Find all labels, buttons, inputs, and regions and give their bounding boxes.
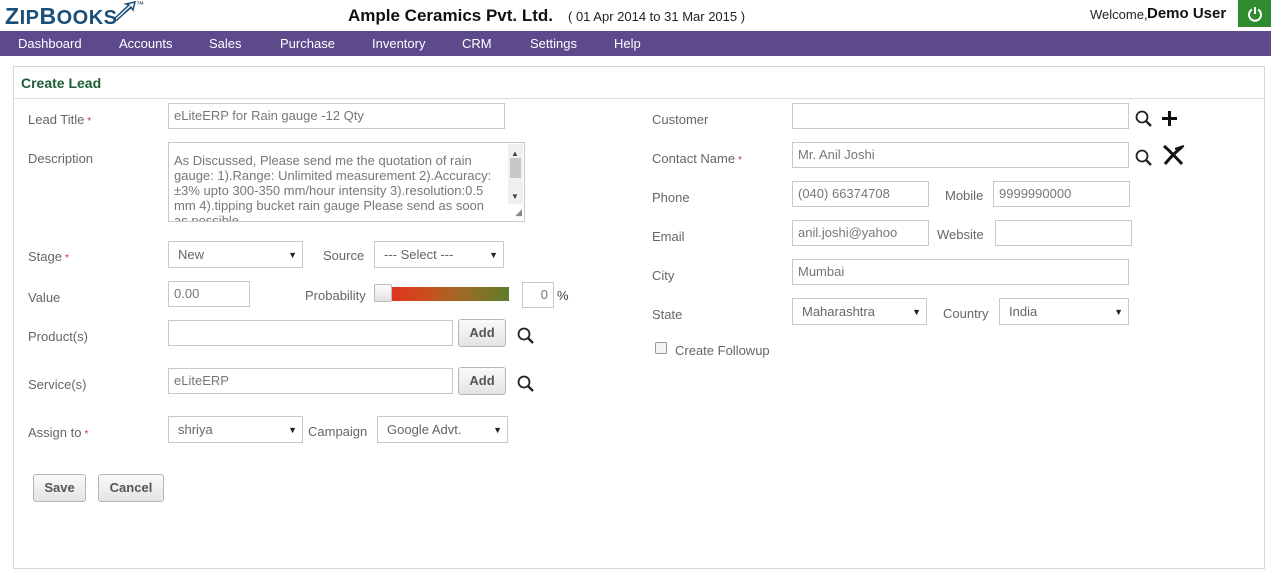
description-text: As Discussed, Please send me the quotati…	[174, 153, 492, 222]
add-service-button[interactable]: Add	[458, 367, 506, 395]
value-input[interactable]: 0.00	[168, 281, 250, 307]
assign-to-label: Assign to *	[28, 425, 89, 440]
clear-contact-icon[interactable]	[1161, 144, 1186, 166]
company-name: Ample Ceramics Pvt. Ltd.	[348, 6, 554, 25]
add-customer-icon[interactable]	[1161, 110, 1178, 127]
customer-input[interactable]	[792, 103, 1129, 129]
campaign-select-value: Google Advt.	[387, 422, 462, 437]
city-input[interactable]: Mumbai	[792, 259, 1129, 285]
phone-label: Phone	[652, 190, 690, 205]
state-label: State	[652, 307, 683, 322]
welcome-text: Welcome,	[1090, 7, 1148, 22]
website-input[interactable]	[995, 220, 1132, 246]
chevron-down-icon: ▼	[489, 250, 498, 260]
contact-name-input[interactable]: Mr. Anil Joshi	[792, 142, 1129, 168]
save-button[interactable]: Save	[33, 474, 86, 502]
probability-slider-track[interactable]	[374, 287, 509, 301]
mobile-label: Mobile	[945, 188, 984, 203]
scroll-thumb[interactable]	[510, 158, 521, 178]
contact-search-icon[interactable]	[1134, 148, 1154, 168]
state-select-value: Maharashtra	[802, 304, 875, 319]
panel-divider	[14, 98, 1264, 99]
zipbooks-logo[interactable]: ZIPBOOKS	[5, 3, 118, 30]
campaign-select[interactable]: Google Advt. ▼	[377, 416, 508, 443]
create-followup-label[interactable]: Create Followup	[675, 343, 770, 358]
page-title: Create Lead	[21, 75, 102, 91]
description-scrollbar[interactable]: ▲ ▼	[508, 144, 523, 204]
stage-select[interactable]: New ▼	[168, 241, 303, 268]
trademark-mark: ™	[136, 0, 144, 9]
assign-to-select-value: shriya	[178, 422, 213, 437]
main-nav: Dashboard Accounts Sales Purchase Invent…	[0, 31, 1271, 56]
description-label: Description	[28, 151, 94, 166]
chevron-down-icon: ▼	[912, 307, 921, 317]
percent-sign: %	[557, 288, 569, 303]
service-search-icon[interactable]	[516, 374, 536, 394]
services-input[interactable]: eLiteERP	[168, 368, 453, 394]
state-select[interactable]: Maharashtra ▼	[792, 298, 927, 325]
probability-label: Probability	[305, 288, 366, 303]
chevron-down-icon: ▼	[288, 425, 297, 435]
financial-period: ( 01 Apr 2014 to 31 Mar 2015 )	[568, 9, 746, 24]
resize-handle-icon[interactable]: ◢	[515, 205, 522, 220]
contact-name-label: Contact Name *	[652, 151, 742, 166]
top-bar: ZIPBOOKS ™ Ample Ceramics Pvt. Ltd. ( 01…	[0, 0, 1271, 31]
products-label: Product(s)	[28, 329, 88, 344]
chevron-down-icon: ▼	[288, 250, 297, 260]
logout-button[interactable]	[1238, 0, 1271, 27]
value-label: Value	[28, 290, 61, 305]
email-input[interactable]: anil.joshi@yahoo	[792, 220, 929, 246]
probability-slider-handle[interactable]	[374, 284, 392, 302]
chevron-down-icon: ▼	[493, 425, 502, 435]
mobile-input[interactable]: 9999990000	[993, 181, 1130, 207]
lead-title-label: Lead Title *	[28, 112, 92, 127]
product-search-icon[interactable]	[516, 326, 536, 346]
products-input[interactable]	[168, 320, 453, 346]
description-textarea[interactable]: As Discussed, Please send me the quotati…	[168, 142, 525, 222]
stage-label: Stage *	[28, 249, 69, 264]
lead-title-input[interactable]: eLiteERP for Rain gauge -12 Qty	[168, 103, 505, 129]
nav-accounts[interactable]: Accounts	[119, 36, 172, 51]
create-followup-checkbox[interactable]	[655, 342, 667, 354]
email-label: Email	[652, 229, 685, 244]
assign-to-select[interactable]: shriya ▼	[168, 416, 303, 443]
customer-label: Customer	[652, 112, 709, 127]
website-label: Website	[937, 227, 984, 242]
campaign-label: Campaign	[308, 424, 368, 439]
probability-input[interactable]: 0	[522, 282, 554, 308]
stage-select-value: New	[178, 247, 205, 262]
country-select-value: India	[1009, 304, 1038, 319]
nav-purchase[interactable]: Purchase	[280, 36, 335, 51]
source-select-value: --- Select ---	[384, 247, 454, 262]
city-label: City	[652, 268, 675, 283]
add-product-button[interactable]: Add	[458, 319, 506, 347]
nav-sales[interactable]: Sales	[209, 36, 242, 51]
scroll-down-icon[interactable]: ▼	[511, 189, 519, 204]
country-label: Country	[943, 306, 989, 321]
customer-search-icon[interactable]	[1134, 109, 1154, 129]
country-select[interactable]: India ▼	[999, 298, 1129, 325]
nav-help[interactable]: Help	[614, 36, 641, 51]
nav-inventory[interactable]: Inventory	[372, 36, 425, 51]
nav-crm[interactable]: CRM	[462, 36, 492, 51]
user-name[interactable]: Demo User	[1147, 5, 1226, 22]
source-select[interactable]: --- Select --- ▼	[374, 241, 504, 268]
nav-settings[interactable]: Settings	[530, 36, 577, 51]
services-label: Service(s)	[28, 377, 87, 392]
source-label: Source	[323, 248, 365, 263]
chevron-down-icon: ▼	[1114, 307, 1123, 317]
logo-swoosh-icon	[113, 1, 137, 21]
power-icon	[1247, 6, 1262, 22]
phone-input[interactable]: (040) 66374708	[792, 181, 929, 207]
cancel-button[interactable]: Cancel	[98, 474, 164, 502]
nav-dashboard[interactable]: Dashboard	[18, 36, 82, 51]
